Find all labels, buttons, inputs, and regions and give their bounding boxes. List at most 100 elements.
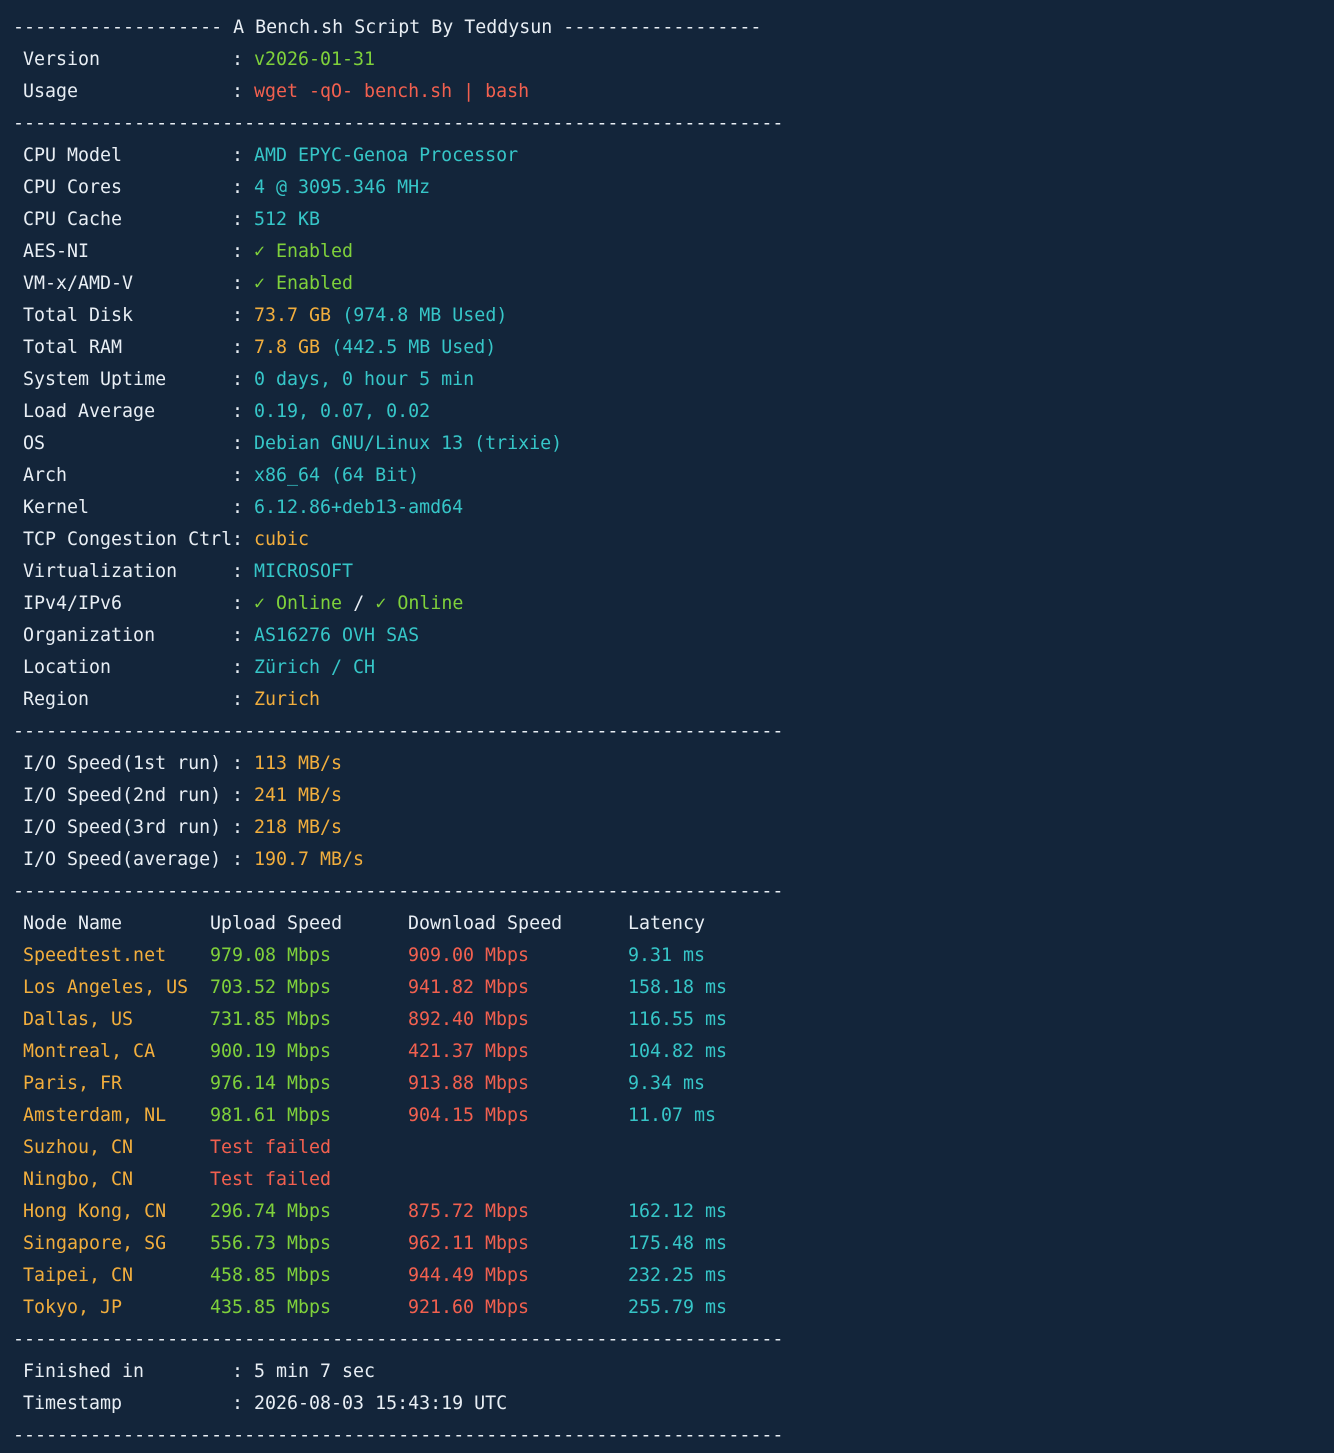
colon: : [232, 497, 244, 518]
download-speed: 944.49 Mbps [408, 1265, 530, 1286]
download-speed: 892.40 Mbps [408, 1009, 530, 1030]
upload-speed: 458.85 Mbps [210, 1265, 332, 1286]
node-name: Paris, FR [23, 1073, 123, 1094]
total-ram-value-secondary: (442.5 MB Used) [331, 337, 497, 358]
upload-speed: 731.85 Mbps [210, 1009, 332, 1030]
cpu-cache-value: 512 KB [254, 209, 321, 230]
load-average-label: Load Average [23, 401, 156, 422]
node-name: Dallas, US [23, 1009, 134, 1030]
node-name: Montreal, CA [23, 1041, 156, 1062]
io-speed-value: 241 MB/s [254, 785, 343, 806]
timestamp-value: 2026-08-03 15:43:19 UTC [254, 1393, 508, 1414]
download-speed: 941.82 Mbps [408, 977, 530, 998]
location-label: Location [23, 657, 112, 678]
latency: 9.31 ms [628, 945, 706, 966]
colon: : [232, 433, 244, 454]
separator: ----------------------------------------… [13, 721, 784, 742]
colon: : [232, 305, 244, 326]
node-name: Hong Kong, CN [23, 1201, 167, 1222]
io-speed-label: I/O Speed(2nd run) [23, 785, 222, 806]
latency: 232.25 ms [628, 1265, 728, 1286]
latency: 116.55 ms [628, 1009, 728, 1030]
colon: : [232, 849, 244, 870]
colon: : [232, 529, 244, 550]
os-value: Debian GNU/Linux 13 (trixie) [254, 433, 563, 454]
latency: 255.79 ms [628, 1297, 728, 1318]
organization-value: AS16276 OVH SAS [254, 625, 420, 646]
arch-value: x86_64 (64 Bit) [254, 465, 420, 486]
region-label: Region [23, 689, 90, 710]
separator: ----------------------------------------… [13, 1425, 784, 1446]
download-speed: 904.15 Mbps [408, 1105, 530, 1126]
colon: : [232, 1393, 244, 1414]
colon: : [232, 625, 244, 646]
finished-label: Finished in [23, 1361, 145, 1382]
total-disk-value-secondary: (974.8 MB Used) [342, 305, 508, 326]
vm-x-amd-v-value: ✓ Enabled [254, 273, 354, 294]
colon: : [232, 1361, 244, 1382]
io-speed-value: 190.7 MB/s [254, 849, 365, 870]
colon: : [232, 753, 244, 774]
terminal-window: ------------------- A Bench.sh Script By… [0, 0, 1334, 1453]
colon: : [232, 401, 244, 422]
cpu-cores-label: CPU Cores [23, 177, 123, 198]
colon: : [232, 177, 244, 198]
colon: : [232, 657, 244, 678]
load-average-value: 0.19, 0.07, 0.02 [254, 401, 431, 422]
latency: 104.82 ms [628, 1041, 728, 1062]
colon: : [232, 337, 244, 358]
download-speed: 875.72 Mbps [408, 1201, 530, 1222]
arch-label: Arch [23, 465, 68, 486]
colon: : [232, 561, 244, 582]
separator: ----------------------------------------… [13, 1329, 784, 1350]
io-speed-label: I/O Speed(average) [23, 849, 222, 870]
ipv4-ipv6-separator: / [353, 593, 365, 614]
location-value: Zürich / CH [254, 657, 376, 678]
node-name: Ningbo, CN [23, 1169, 134, 1190]
tcp-congestion-ctrl-value: cubic [254, 529, 310, 550]
node-name: Singapore, SG [23, 1233, 167, 1254]
io-speed-label: I/O Speed(3rd run) [23, 817, 222, 838]
total-disk-value: 73.7 GB [254, 305, 332, 326]
node-name: Suzhou, CN [23, 1137, 134, 1158]
upload-speed: 435.85 Mbps [210, 1297, 332, 1318]
node-name: Tokyo, JP [23, 1297, 123, 1318]
separator: ----------------------------------------… [13, 881, 784, 902]
header-node-name: Node Name [23, 913, 123, 934]
colon: : [232, 49, 244, 70]
colon: : [232, 593, 244, 614]
total-disk-label: Total Disk [23, 305, 134, 326]
upload-speed: 976.14 Mbps [210, 1073, 332, 1094]
version-value: v2026-01-31 [254, 49, 376, 70]
latency: 158.18 ms [628, 977, 728, 998]
colon: : [232, 81, 244, 102]
kernel-label: Kernel [23, 497, 90, 518]
kernel-value: 6.12.86+deb13-amd64 [254, 497, 464, 518]
usage-value: wget -qO- bench.sh | bash [254, 81, 530, 102]
upload-speed: 556.73 Mbps [210, 1233, 332, 1254]
node-name: Speedtest.net [23, 945, 167, 966]
aes-ni-value: ✓ Enabled [254, 241, 354, 262]
download-speed: 913.88 Mbps [408, 1073, 530, 1094]
aes-ni-label: AES-NI [23, 241, 90, 262]
upload-speed: 296.74 Mbps [210, 1201, 332, 1222]
usage-label: Usage [23, 81, 79, 102]
colon: : [232, 785, 244, 806]
latency: 162.12 ms [628, 1201, 728, 1222]
total-ram-label: Total RAM [23, 337, 123, 358]
cpu-cache-label: CPU Cache [23, 209, 123, 230]
ipv4-ipv6-value-secondary: ✓ Online [375, 593, 464, 614]
upload-speed: 703.52 Mbps [210, 977, 332, 998]
colon: : [232, 689, 244, 710]
test-failed-status: Test failed [210, 1137, 332, 1158]
download-speed: 921.60 Mbps [408, 1297, 530, 1318]
upload-speed: 979.08 Mbps [210, 945, 332, 966]
system-uptime-value: 0 days, 0 hour 5 min [254, 369, 475, 390]
colon: : [232, 241, 244, 262]
cpu-cores-value: 4 @ 3095.346 MHz [254, 177, 431, 198]
cpu-model-value: AMD EPYC-Genoa Processor [254, 145, 519, 166]
colon: : [232, 369, 244, 390]
header-upload-speed: Upload Speed [210, 913, 343, 934]
colon: : [232, 817, 244, 838]
node-name: Taipei, CN [23, 1265, 134, 1286]
